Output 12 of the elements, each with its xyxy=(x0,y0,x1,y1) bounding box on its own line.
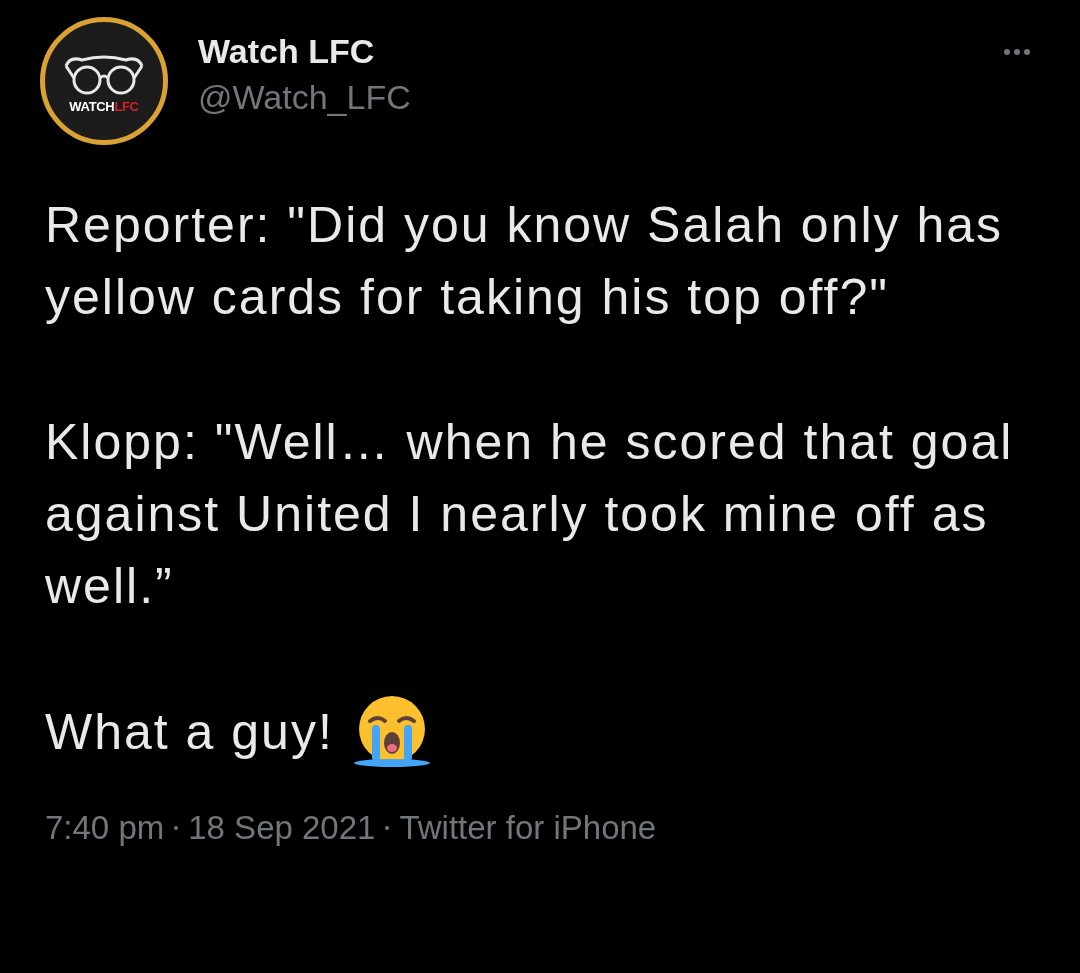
tweet-text: Reporter: "Did you know Salah only has yellow cards for taking his top off?" xyxy=(45,196,1005,327)
tweet-text: What a guy! xyxy=(45,703,334,762)
author-handle[interactable]: @Watch_LFC xyxy=(198,75,411,119)
tweet-date: 18 Sep 2021 xyxy=(188,808,376,848)
tweet-time: 7:40 pm xyxy=(45,808,165,848)
logo-text: LFC xyxy=(114,99,139,113)
avatar[interactable]: WATCHLFC xyxy=(40,17,168,145)
author-name[interactable]: Watch LFC xyxy=(198,31,411,71)
tweet-text: Klopp: "Well… when he scored that goal against United I nearly took mine off as well.” xyxy=(45,413,1015,616)
tweet-source[interactable]: Twitter for iPhone xyxy=(399,803,657,853)
logo-text: WATCH xyxy=(69,99,115,113)
more-icon[interactable] xyxy=(1003,48,1031,56)
